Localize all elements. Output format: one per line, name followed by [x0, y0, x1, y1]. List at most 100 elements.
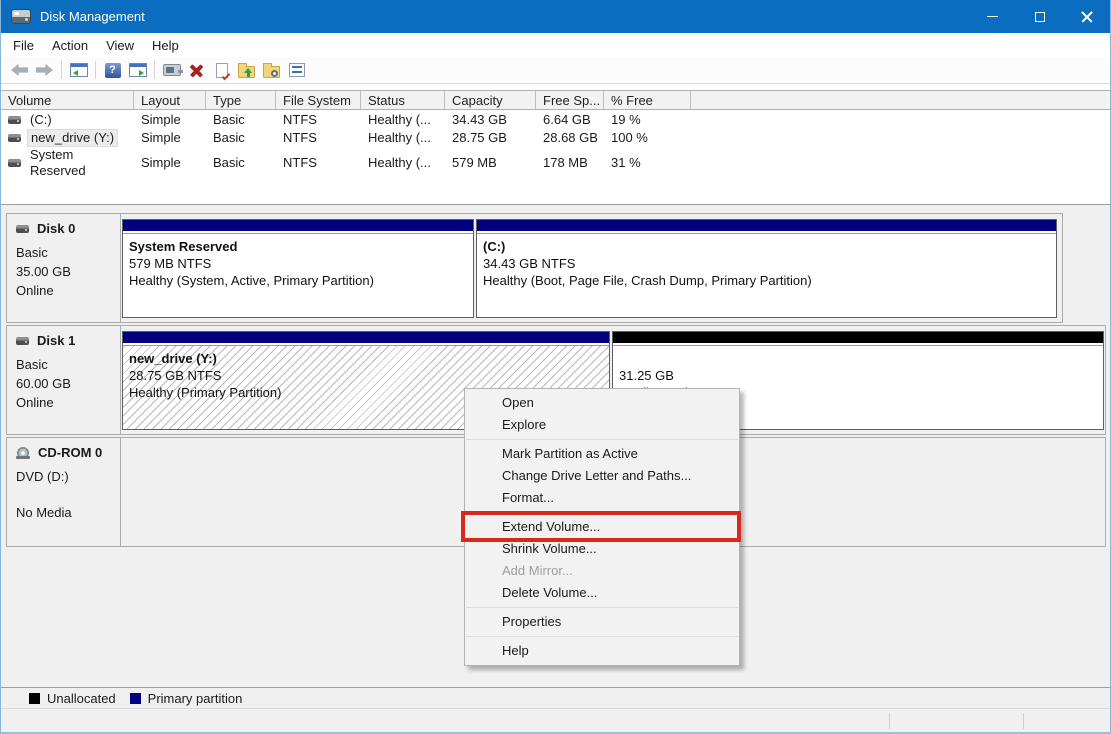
volume-type: Basic	[206, 111, 276, 129]
menu-separator	[466, 439, 738, 440]
properties-list-button[interactable]	[284, 58, 309, 82]
forward-button[interactable]	[32, 58, 57, 82]
action-pane-icon	[129, 63, 147, 77]
partition-title: new_drive (Y:)	[129, 350, 609, 367]
volume-row-new-drive[interactable]: new_drive (Y:) Simple Basic NTFS Healthy…	[1, 129, 1110, 147]
menu-item-mark-partition-active[interactable]: Mark Partition as Active	[465, 443, 739, 465]
volume-layout: Simple	[134, 154, 206, 172]
status-separator	[1023, 713, 1024, 729]
menu-view[interactable]: View	[97, 33, 143, 57]
column-header-file-system[interactable]: File System	[276, 91, 361, 109]
partition-c[interactable]: (C:) 34.43 GB NTFS Healthy (Boot, Page F…	[476, 219, 1057, 318]
column-header-filler	[691, 91, 1110, 109]
column-header-percent-free[interactable]: % Free	[604, 91, 691, 109]
partition-size: 34.43 GB NTFS	[483, 255, 1056, 272]
menu-help[interactable]: Help	[143, 33, 188, 57]
volume-list-pane: Volume Layout Type File System Status Ca…	[1, 84, 1110, 205]
column-header-type[interactable]: Type	[206, 91, 276, 109]
column-header-volume[interactable]: Volume	[1, 91, 134, 109]
partition-color-bar	[613, 332, 1103, 345]
primary-partition-swatch	[130, 693, 141, 704]
menu-item-help[interactable]: Help	[465, 640, 739, 662]
column-header-capacity[interactable]: Capacity	[445, 91, 536, 109]
drive-icon	[8, 116, 21, 124]
partition-system-reserved[interactable]: System Reserved 579 MB NTFS Healthy (Sys…	[122, 219, 474, 318]
toolbar-separator	[61, 61, 62, 79]
unallocated-swatch	[29, 693, 40, 704]
show-action-pane-button[interactable]	[125, 58, 150, 82]
disk-icon	[16, 225, 29, 233]
drive-icon	[8, 159, 21, 167]
volume-status: Healthy (...	[361, 111, 445, 129]
menu-item-properties[interactable]: Properties	[465, 611, 739, 633]
column-header-free-space[interactable]: Free Sp...	[536, 91, 604, 109]
volume-layout: Simple	[134, 129, 206, 147]
legend-primary-partition-label: Primary partition	[148, 691, 243, 706]
app-icon	[11, 9, 31, 24]
volume-file-system: NTFS	[276, 154, 361, 172]
checklist-icon	[289, 63, 305, 77]
close-icon	[1081, 11, 1093, 23]
menu-item-add-mirror: Add Mirror...	[465, 560, 739, 582]
volume-percent-free: 100 %	[604, 129, 691, 147]
status-bar	[1, 708, 1110, 732]
folder-search-icon	[263, 66, 280, 78]
volume-capacity: 34.43 GB	[445, 111, 536, 129]
volume-name: System Reserved	[27, 147, 134, 179]
partition-title: System Reserved	[129, 238, 473, 255]
help-icon: ?	[105, 63, 121, 78]
disk0-row: Disk 0 Basic 35.00 GB Online System Rese…	[6, 213, 1063, 323]
extend-volume-highlight-box	[461, 511, 741, 542]
help-button[interactable]: ?	[100, 58, 125, 82]
explore-button[interactable]	[259, 58, 284, 82]
volume-row-system-reserved[interactable]: System Reserved Simple Basic NTFS Health…	[1, 147, 1110, 165]
volume-row-c[interactable]: (C:) Simple Basic NTFS Healthy (... 34.4…	[1, 111, 1110, 129]
show-console-tree-button[interactable]	[66, 58, 91, 82]
disk-name: Disk 0	[37, 221, 75, 236]
back-icon	[11, 64, 28, 76]
volume-name: new_drive (Y:)	[27, 129, 118, 147]
disk-management-window: Disk Management File Action View Help ? …	[0, 0, 1111, 734]
column-header-layout[interactable]: Layout	[134, 91, 206, 109]
cd-rom-icon	[16, 447, 30, 459]
drive-icon	[8, 134, 21, 142]
open-button[interactable]	[234, 58, 259, 82]
forward-icon	[36, 64, 53, 76]
column-header-status[interactable]: Status	[361, 91, 445, 109]
delete-button[interactable]	[184, 58, 209, 82]
volume-name: (C:)	[27, 112, 55, 128]
menu-separator	[466, 607, 738, 608]
maximize-button[interactable]	[1016, 0, 1063, 33]
menu-item-explore[interactable]: Explore	[465, 414, 739, 436]
menu-bar: File Action View Help	[1, 33, 1110, 57]
menu-action[interactable]: Action	[43, 33, 97, 57]
disk0-header[interactable]: Disk 0 Basic 35.00 GB Online	[7, 214, 121, 322]
close-button[interactable]	[1063, 0, 1110, 33]
cdrom0-header[interactable]: CD-ROM 0 DVD (D:) No Media	[7, 438, 121, 546]
menu-file[interactable]: File	[4, 33, 43, 57]
disk-name: Disk 1	[37, 333, 75, 348]
volume-type: Basic	[206, 129, 276, 147]
partition-title	[619, 350, 1103, 367]
disk-state: Online	[16, 281, 116, 300]
check-document-icon	[216, 63, 228, 78]
disk-size: 60.00 GB	[16, 374, 116, 393]
monitor-button[interactable]	[159, 58, 184, 82]
disk-kind: Basic	[16, 243, 116, 262]
disk-state: No Media	[16, 503, 116, 522]
back-button[interactable]	[7, 58, 32, 82]
partition-size: 28.75 GB NTFS	[129, 367, 609, 384]
disk-size: 35.00 GB	[16, 262, 116, 281]
disk1-header[interactable]: Disk 1 Basic 60.00 GB Online	[7, 326, 121, 434]
menu-item-open[interactable]: Open	[465, 392, 739, 414]
volume-status: Healthy (...	[361, 129, 445, 147]
partition-health: Healthy (Boot, Page File, Crash Dump, Pr…	[483, 272, 1056, 289]
menu-separator	[466, 636, 738, 637]
minimize-button[interactable]	[969, 0, 1016, 33]
menu-item-change-drive-letter[interactable]: Change Drive Letter and Paths...	[465, 465, 739, 487]
validate-button[interactable]	[209, 58, 234, 82]
partition-color-bar	[123, 332, 609, 345]
title-bar: Disk Management	[1, 0, 1110, 33]
menu-item-delete-volume[interactable]: Delete Volume...	[465, 582, 739, 604]
menu-item-format[interactable]: Format...	[465, 487, 739, 509]
